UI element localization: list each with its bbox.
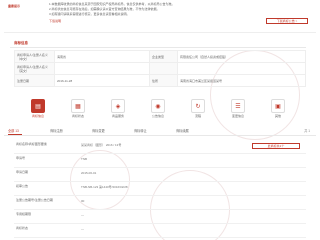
section-title: 商标信息 — [14, 41, 28, 45]
result-tab-bar: 全部 13 商标注册 商标变更 商标转让 商标续展 共 1 — [4, 126, 316, 136]
detail-key: 申请日期 — [16, 170, 29, 174]
table-cell: 住所 — [149, 74, 178, 87]
icon-tab-label: 流程 — [194, 114, 201, 118]
icon-tab-label: 商品服务 — [111, 114, 124, 118]
tab-active-indicator — [8, 134, 22, 135]
tab-transfer[interactable]: 商标转让 — [134, 128, 147, 133]
tab-all[interactable]: 全部 13 — [8, 128, 19, 133]
section-divider — [10, 47, 306, 48]
detail-value: 某某商标（图形） 2016 / 13号 — [81, 143, 122, 147]
icon-tab-other[interactable]: ▣ 其他 — [266, 97, 290, 118]
icon-tab-goods[interactable]: ◈ 商品服务 — [106, 97, 130, 118]
notice-label: 重要提示 — [8, 4, 21, 8]
table-cell — [177, 62, 306, 75]
icon-tab-bar: ▤ 商标信息 ▦ 商标状态 ◈ 商品服务 ◉ 公告信息 ↻ 流程 ☰ 变更信息 … — [26, 97, 298, 121]
table-cell: 企业类型 — [149, 50, 178, 63]
icon-tab-label: 商标状态 — [71, 114, 84, 118]
table-cell: 商标申请人/注册人名义（英文） — [14, 62, 55, 75]
detail-value: TNB — [81, 157, 87, 161]
icon-tab-status[interactable]: ▦ 商标状态 — [66, 97, 90, 118]
detail-row: 初审公告 TNB-NB-123 第1440号/2016/02/28 — [14, 182, 306, 196]
pager-count: 共 1 — [304, 129, 310, 133]
notice-line-3: 3.如有疑问请联系客服进行核实，更多信息请查看相关说明。 — [49, 12, 130, 16]
flow-icon: ↻ — [191, 99, 205, 113]
detail-key: 商标名称/商标图形要素 — [16, 142, 47, 146]
table-cell: 商标申请人/注册人名义（中文） — [14, 50, 55, 63]
icon-tab-label: 公告信息 — [151, 114, 164, 118]
grid-icon: ▣ — [271, 99, 285, 113]
detail-row: 商标名称/商标图形要素 某某商标（图形） 2016 / 13号 此商标共1个 — [14, 140, 306, 154]
detail-key: 专用权期限 — [16, 212, 32, 216]
notice-line-1: 1.本数据库收录的商标信息来源于国家知识产权局商标局，信息仅供参考，以商标局公告… — [49, 2, 175, 6]
icon-tab-changes[interactable]: ☰ 变更信息 — [226, 97, 250, 118]
document-icon: ▤ — [31, 99, 45, 113]
tab-renewal[interactable]: 商标续展 — [176, 128, 189, 133]
detail-row: 申请号 TNB — [14, 154, 306, 168]
detail-value: TNB-NB-123 第1440号/2016/02/28 — [81, 185, 128, 189]
trademark-count-button[interactable]: 此商标共1个 — [252, 143, 300, 149]
table-row: 注册日期 2016-11-28 住所 海南省海口市美兰区某街道某号 — [14, 74, 306, 87]
table-cell: 海南省 — [54, 50, 150, 63]
list-icon: ☰ — [231, 99, 245, 113]
table-row: 商标申请人/注册人名义（英文） — [14, 62, 306, 75]
detail-row: 专用权期限 — — [14, 210, 306, 224]
table-cell: 2016-11-28 — [54, 74, 150, 87]
table-cell — [149, 62, 178, 75]
table-cell: 有限责任公司（自然人投资或控股） — [177, 50, 306, 63]
notice-panel: 重要提示 1.本数据库收录的商标信息来源于国家知识产权局商标局，信息仅供参考，以… — [4, 0, 316, 33]
detail-row: 注册公告期号/注册公告日期 00 — [14, 196, 306, 210]
icon-tab-label: 商标信息 — [31, 114, 44, 118]
detail-key: 申请号 — [16, 156, 26, 160]
tag-icon: ◈ — [111, 99, 125, 113]
tab-registration[interactable]: 商标注册 — [50, 128, 63, 133]
icon-tab-process[interactable]: ↻ 流程 — [186, 97, 210, 118]
detail-key: 初审公告 — [16, 184, 29, 188]
icon-tab-trademark-info[interactable]: ▤ 商标信息 — [26, 97, 50, 118]
registration-table: 商标申请人/注册人名义（中文） 海南省 企业类型 有限责任公司（自然人投资或控股… — [14, 50, 306, 87]
detail-row: 商标状态 — — [14, 224, 306, 238]
detail-key: 商标状态 — [16, 226, 29, 230]
table-row: 商标申请人/注册人名义（中文） 海南省 企业类型 有限责任公司（自然人投资或控股… — [14, 50, 306, 63]
detail-value: — — [81, 227, 84, 231]
notice-line-2: 2.商标状态信息可能存在滞后，如需确认请以官方查询结果为准，不作为法律依据。 — [49, 7, 160, 11]
table-cell: 海南省海口市美兰区某街道某号 — [177, 74, 306, 87]
icon-tab-label: 变更信息 — [231, 114, 244, 118]
detail-row: 申请日期 2015-06-01 — [14, 168, 306, 182]
table-cell: 注册日期 — [14, 74, 55, 87]
icon-tab-announcement[interactable]: ◉ 公告信息 — [146, 97, 170, 118]
detail-value: — — [81, 213, 84, 217]
detail-key: 注册公告期号/注册公告日期 — [16, 198, 53, 202]
table-cell — [54, 62, 150, 75]
detail-value: 00 — [81, 199, 85, 203]
bell-icon: ◉ — [151, 99, 165, 113]
icon-tab-label: 其他 — [274, 114, 281, 118]
detail-value: 2015-06-01 — [81, 171, 97, 175]
tab-change[interactable]: 商标变更 — [92, 128, 105, 133]
notice-link[interactable]: 下载说明 — [49, 19, 61, 23]
clipboard-icon: ▦ — [71, 99, 85, 113]
download-notice-button[interactable]: 下载商标公告 > — [266, 18, 308, 24]
